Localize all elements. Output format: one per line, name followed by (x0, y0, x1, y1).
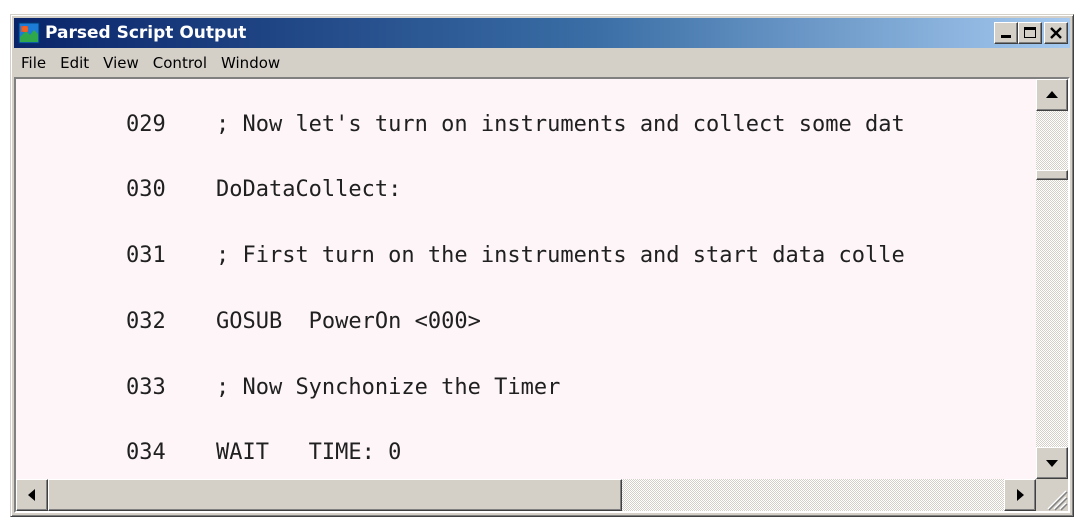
script-output-pane: 029 ; Now let's turn on instruments and c… (14, 77, 1070, 513)
script-line: 030 DoDataCollect: (20, 152, 401, 202)
line-number: 033 (125, 375, 166, 400)
script-line: 033 ; Now Synchonize the Timer (20, 350, 560, 400)
minimize-button[interactable] (994, 22, 1018, 44)
scroll-up-button[interactable] (1036, 79, 1068, 111)
title-bar[interactable]: Parsed Script Output (14, 18, 1070, 48)
line-text: GOSUB PowerOn <000> (215, 309, 481, 334)
arrow-up-icon (1046, 91, 1058, 98)
minimize-icon (1001, 35, 1011, 38)
vertical-scrollbar[interactable] (1036, 79, 1068, 479)
menu-control[interactable]: Control (146, 52, 214, 74)
script-line: 034 WAIT TIME: 0 (20, 415, 401, 465)
line-text: DoDataCollect: (215, 177, 402, 202)
line-text: ; First turn on the instruments and star… (215, 243, 905, 268)
line-number: 030 (125, 177, 166, 202)
close-button[interactable] (1044, 22, 1068, 44)
menu-file[interactable]: File (14, 52, 53, 74)
script-line: 029 ; Now let's turn on instruments and c… (20, 87, 905, 137)
close-icon (1050, 27, 1062, 39)
caption-buttons (994, 22, 1068, 44)
menu-window[interactable]: Window (214, 52, 287, 74)
arrow-left-icon (28, 489, 35, 501)
line-text: WAIT TIME: 0 (215, 440, 402, 465)
resize-grip-icon (1047, 490, 1068, 511)
script-line: 031 ; First turn on the instruments and s… (20, 218, 905, 268)
script-app-icon[interactable] (18, 22, 40, 44)
scroll-left-button[interactable] (16, 479, 48, 511)
background-document-strip (0, 0, 1081, 14)
arrow-right-icon (1017, 489, 1024, 501)
parsed-script-output-window: Parsed Script Output File Edit View Cont… (10, 14, 1074, 517)
line-number: 034 (125, 440, 166, 465)
window-title: Parsed Script Output (45, 23, 247, 43)
script-line: 032 GOSUB PowerOn <000> (20, 284, 481, 334)
maximize-button[interactable] (1018, 22, 1042, 44)
line-text: ; Now Synchonize the Timer (215, 375, 561, 400)
script-text-area[interactable]: 029 ; Now let's turn on instruments and c… (16, 79, 1036, 479)
scroll-right-button[interactable] (1004, 479, 1036, 511)
line-number: 031 (125, 243, 166, 268)
arrow-down-icon (1046, 460, 1058, 467)
line-number: 032 (125, 309, 166, 334)
line-number: 029 (125, 112, 166, 137)
size-grip[interactable] (1036, 479, 1068, 511)
vertical-scroll-thumb[interactable] (1036, 170, 1068, 180)
line-text: ; Now let's turn on instruments and coll… (215, 112, 905, 137)
scroll-down-button[interactable] (1036, 447, 1068, 479)
horizontal-scroll-thumb[interactable] (48, 479, 622, 511)
menu-view[interactable]: View (96, 52, 146, 74)
maximize-icon (1024, 27, 1036, 38)
menu-edit[interactable]: Edit (53, 52, 96, 74)
horizontal-scrollbar[interactable] (16, 479, 1036, 511)
menu-bar: File Edit View Control Window (14, 51, 1070, 75)
